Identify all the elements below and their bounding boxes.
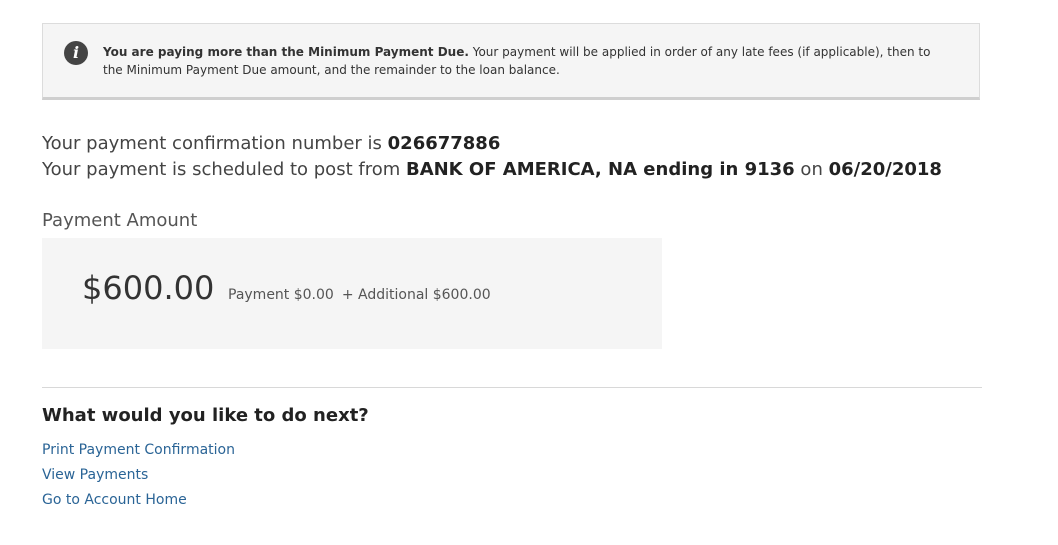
scheduled-post-line: Your payment is scheduled to post from B… (42, 157, 942, 183)
post-date: 06/20/2018 (828, 159, 942, 180)
scheduled-post-prefix: Your payment is scheduled to post from (42, 159, 406, 180)
confirmation-number-line: Your payment confirmation number is 0266… (42, 131, 942, 157)
confirmation-number: 026677886 (387, 133, 501, 154)
print-confirmation-link[interactable]: Print Payment Confirmation (42, 442, 235, 458)
regular-payment: Payment $0.00 (228, 287, 334, 303)
account-home-link[interactable]: Go to Account Home (42, 492, 187, 508)
notice-message: You are paying more than the Minimum Pay… (103, 43, 943, 79)
payment-total: $600.00 (82, 269, 215, 307)
list-item: Print Payment Confirmation (42, 439, 235, 464)
next-steps-links: Print Payment Confirmation View Payments… (42, 439, 235, 514)
section-divider (42, 387, 982, 388)
list-item: Go to Account Home (42, 489, 235, 514)
next-steps-heading: What would you like to do next? (42, 405, 369, 426)
info-icon: i (64, 41, 88, 65)
confirmation-number-prefix: Your payment confirmation number is (42, 133, 388, 154)
payment-confirmation-page: i You are paying more than the Minimum P… (0, 0, 1058, 545)
overpayment-notice: i You are paying more than the Minimum P… (42, 23, 980, 100)
additional-payment: + Additional $600.00 (341, 287, 491, 303)
list-item: View Payments (42, 464, 235, 489)
notice-bold-text: You are paying more than the Minimum Pay… (103, 45, 469, 59)
confirmation-details: Your payment confirmation number is 0266… (42, 131, 942, 183)
payment-amount-label: Payment Amount (42, 210, 198, 231)
payment-amount-panel: $600.00 Payment $0.00 + Additional $600.0… (42, 238, 662, 349)
payment-breakdown: Payment $0.00 + Additional $600.00 (228, 286, 491, 304)
view-payments-link[interactable]: View Payments (42, 467, 148, 483)
scheduled-post-mid: on (794, 159, 829, 180)
bank-account: BANK OF AMERICA, NA ending in 9136 (405, 159, 795, 180)
